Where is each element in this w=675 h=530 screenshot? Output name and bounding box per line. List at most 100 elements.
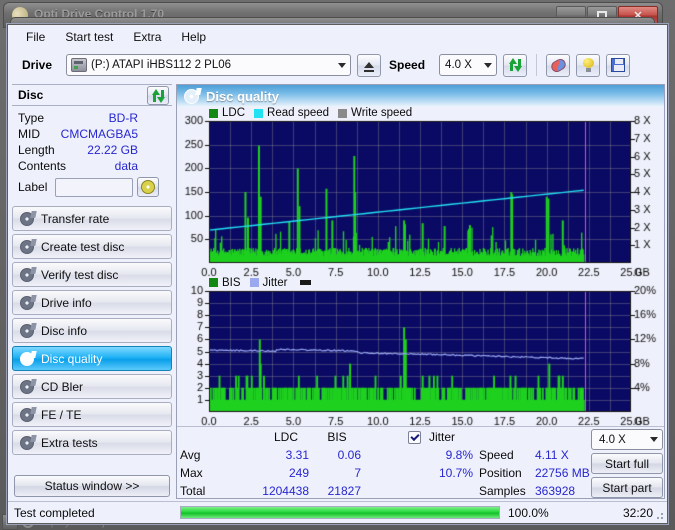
- menu-extra[interactable]: Extra: [123, 27, 171, 47]
- stats-row-header-avg: Avg: [180, 448, 201, 462]
- floppy-save-icon: [611, 58, 626, 72]
- sidebar-item-label: Verify test disc: [41, 267, 119, 282]
- stats-bis-max: 7: [354, 466, 361, 480]
- drive-label: Drive: [22, 58, 53, 72]
- sidebar-item-disc-quality[interactable]: Disc quality: [12, 346, 172, 371]
- disc-icon: [20, 294, 37, 310]
- sidebar-item-create-test-disc[interactable]: Create test disc: [12, 234, 172, 259]
- start-full-button[interactable]: Start full: [591, 453, 663, 474]
- sidebar-item-drive-info[interactable]: Drive info: [12, 290, 172, 315]
- disc-length-value: 22.22 GB: [87, 143, 138, 157]
- erase-button[interactable]: [546, 53, 571, 77]
- stats-bis-total: 21827: [327, 484, 361, 498]
- save-button[interactable]: [606, 53, 631, 77]
- chevron-down-icon[interactable]: [645, 430, 662, 449]
- chart1-canvas: [177, 107, 665, 285]
- stats-position-value: 22756 MB: [535, 466, 590, 480]
- sidebar-item-verify-test-disc[interactable]: Verify test disc: [12, 262, 172, 287]
- disc-mid-label: MID: [18, 127, 40, 141]
- disc-refresh-button[interactable]: [147, 86, 169, 105]
- sidebar-item-label: Transfer rate: [41, 211, 110, 226]
- panel-header: Disc quality: [177, 85, 664, 107]
- stats-col-header-bis: BIS: [327, 430, 347, 444]
- sidebar-nav: Transfer rate Create test disc Verify te…: [12, 206, 172, 455]
- stats-jitter-max: 10.7%: [438, 466, 473, 480]
- ldc-speed-chart[interactable]: LDC Read speed Write speed: [177, 107, 665, 285]
- disc-length-label: Length: [18, 143, 55, 157]
- sidebar-item-disc-info[interactable]: Disc info: [12, 318, 172, 343]
- disc-icon: [20, 266, 37, 282]
- menu-start-test[interactable]: Start test: [55, 27, 123, 47]
- refresh-icon: [151, 88, 166, 103]
- disc-label-caption: Label: [18, 180, 48, 194]
- status-message: Test completed: [14, 505, 95, 520]
- stats-jitter-avg: 9.8%: [445, 448, 473, 462]
- sidebar-item-label: CD Bler: [41, 379, 84, 394]
- window-body: Disc Type BD-R MID CMCMAGBA5 Length 22.2…: [8, 82, 667, 501]
- sidebar-item-fe-te[interactable]: FE / TE: [12, 402, 172, 427]
- disc-action-button[interactable]: [137, 177, 160, 197]
- drive-toolbar: Drive (P:) ATAPI iHBS112 2 PL06 Speed 4.…: [8, 48, 667, 82]
- disc-panel-header: Disc: [12, 84, 172, 106]
- eject-button[interactable]: [357, 53, 382, 77]
- hint-button[interactable]: [576, 53, 601, 77]
- stats-position-label: Position: [479, 466, 522, 480]
- stats-ldc-avg: 3.31: [285, 448, 309, 462]
- disc-icon: [20, 406, 37, 422]
- disc-panel-title: Disc: [18, 88, 44, 102]
- disc-icon: [20, 378, 37, 394]
- disc-info-row-type: Type BD-R: [18, 110, 170, 126]
- start-part-button[interactable]: Start part: [591, 477, 663, 498]
- drive-select-value: (P:) ATAPI iHBS112 2 PL06: [91, 59, 232, 71]
- sidebar-item-transfer-rate[interactable]: Transfer rate: [12, 206, 172, 231]
- chevron-down-icon[interactable]: [333, 55, 350, 75]
- disc-contents-value: data: [114, 159, 138, 173]
- disc-icon: [20, 322, 37, 338]
- disc-info-row-length: Length 22.22 GB: [18, 142, 170, 158]
- stats-ldc-total: 1204438: [262, 484, 309, 498]
- disc-icon: [20, 210, 37, 226]
- status-window-button[interactable]: Status window >>: [14, 475, 170, 497]
- sidebar-item-extra-tests[interactable]: Extra tests: [12, 430, 172, 455]
- chart2-canvas: [177, 276, 665, 434]
- disc-quality-panel: Disc quality LDC Read speed Write speed: [176, 84, 665, 499]
- disc-info-row-contents: Contents data: [18, 158, 170, 174]
- stats-bis-avg: 0.06: [337, 448, 361, 462]
- refresh-icon: [508, 58, 523, 72]
- disc-type-label: Type: [18, 111, 45, 125]
- refresh-button[interactable]: [503, 53, 528, 77]
- sidebar: Disc Type BD-R MID CMCMAGBA5 Length 22.2…: [8, 82, 176, 501]
- disc-info-row-mid: MID CMCMAGBA5: [18, 126, 170, 142]
- disc-info-list: Type BD-R MID CMCMAGBA5 Length 22.22 GB …: [12, 106, 172, 200]
- jitter-checkbox[interactable]: [408, 431, 421, 444]
- sidebar-item-cd-bler[interactable]: CD Bler: [12, 374, 172, 399]
- menu-file[interactable]: File: [16, 27, 55, 47]
- speed-select-value: 4.0 X: [445, 59, 472, 71]
- disc-contents-label: Contents: [18, 159, 67, 173]
- sidebar-item-label: Disc info: [41, 323, 88, 338]
- resize-grip[interactable]: [653, 509, 665, 521]
- optical-drive-icon: [71, 58, 88, 72]
- test-speed-select[interactable]: 4.0 X: [591, 429, 663, 450]
- stats-samples-value: 363928: [535, 484, 576, 498]
- sidebar-item-label: FE / TE: [41, 407, 82, 422]
- progress-bar: [180, 506, 500, 519]
- disc-quality-icon: [184, 87, 202, 104]
- menu-bar: File Start test Extra Help: [8, 25, 667, 48]
- disc-icon: [20, 434, 37, 450]
- cd-disc-icon: [141, 180, 156, 194]
- disc-label-input[interactable]: [55, 177, 134, 197]
- progress-bar-fill: [181, 507, 499, 518]
- speed-label: Speed: [389, 58, 426, 72]
- status-bar: Test completed 100.0% 32:20: [8, 501, 667, 523]
- sidebar-item-label: Extra tests: [41, 435, 98, 450]
- menu-help[interactable]: Help: [171, 27, 216, 47]
- chevron-down-icon[interactable]: [479, 55, 496, 75]
- speed-select[interactable]: 4.0 X: [439, 54, 498, 76]
- disc-label-row: Label: [18, 176, 170, 198]
- desktop-background: Opti Drive Control 1.70 ✕ Zapisywanie ja…: [0, 0, 675, 530]
- drive-select[interactable]: (P:) ATAPI iHBS112 2 PL06: [66, 54, 352, 76]
- stats-samples-label: Samples: [479, 484, 526, 498]
- page-title: Disc quality: [206, 88, 279, 104]
- bis-jitter-chart[interactable]: BIS Jitter: [177, 276, 665, 434]
